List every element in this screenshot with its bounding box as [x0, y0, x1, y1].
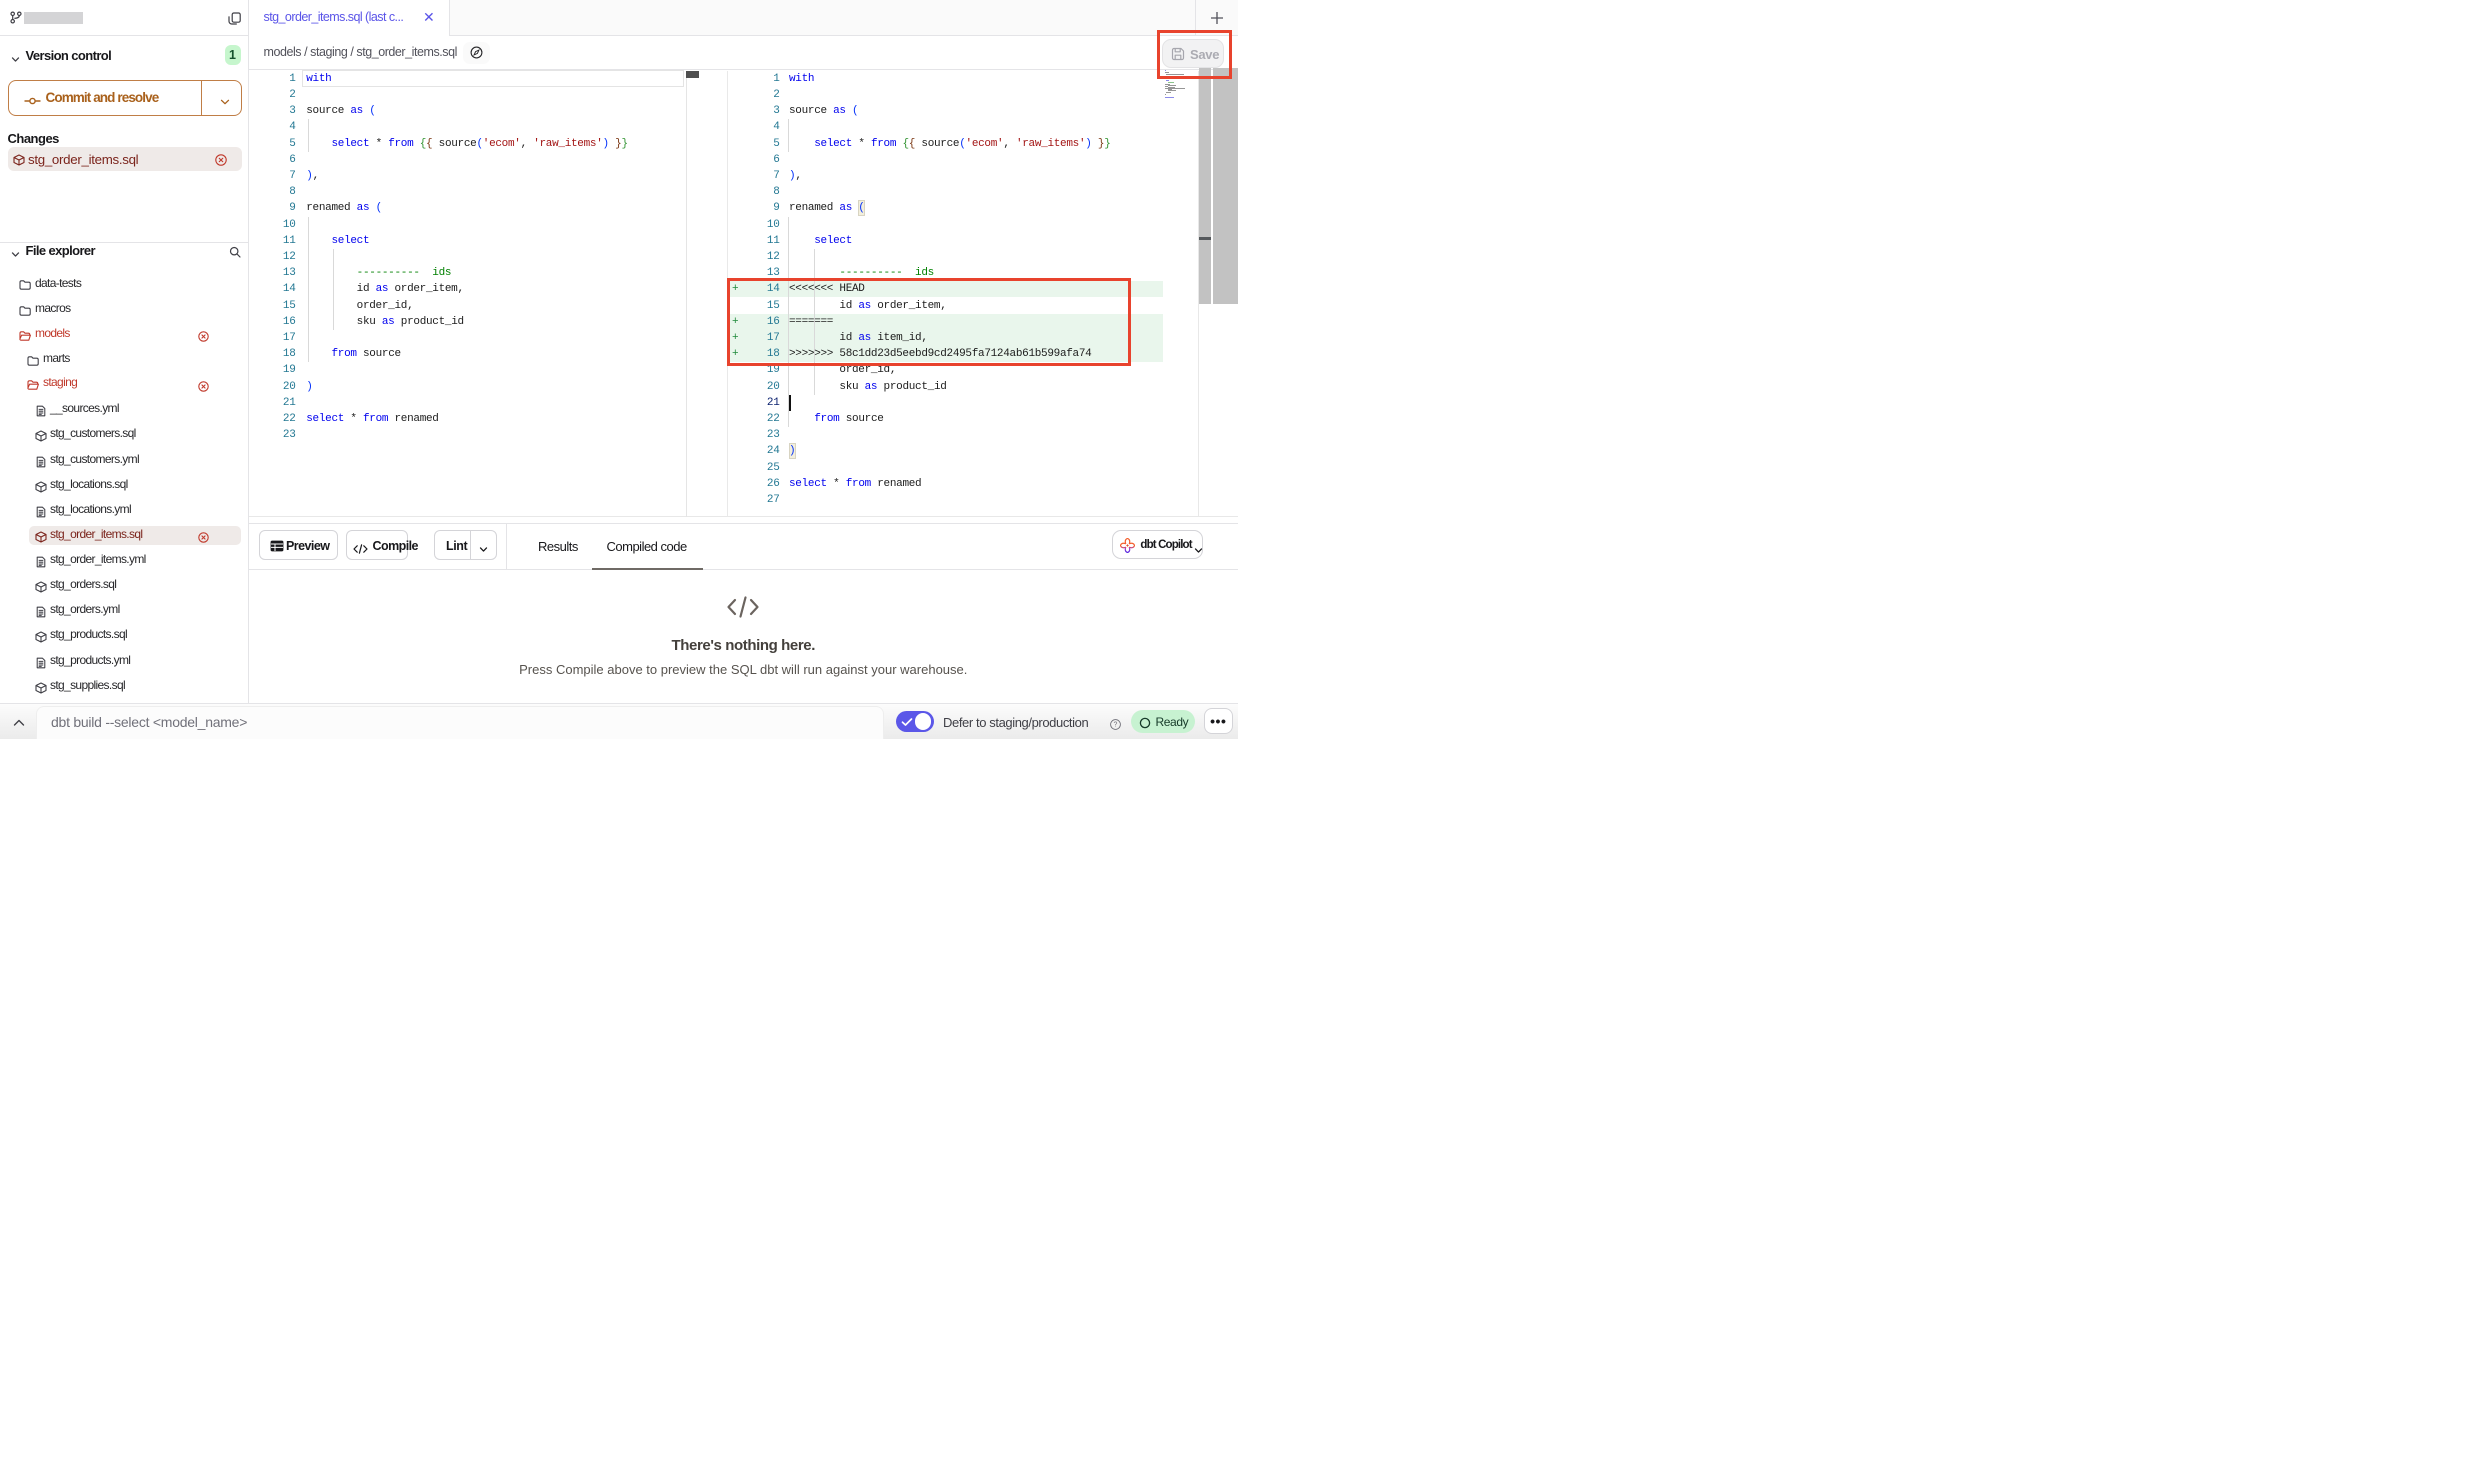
svg-text:?: ? [1114, 721, 1118, 728]
